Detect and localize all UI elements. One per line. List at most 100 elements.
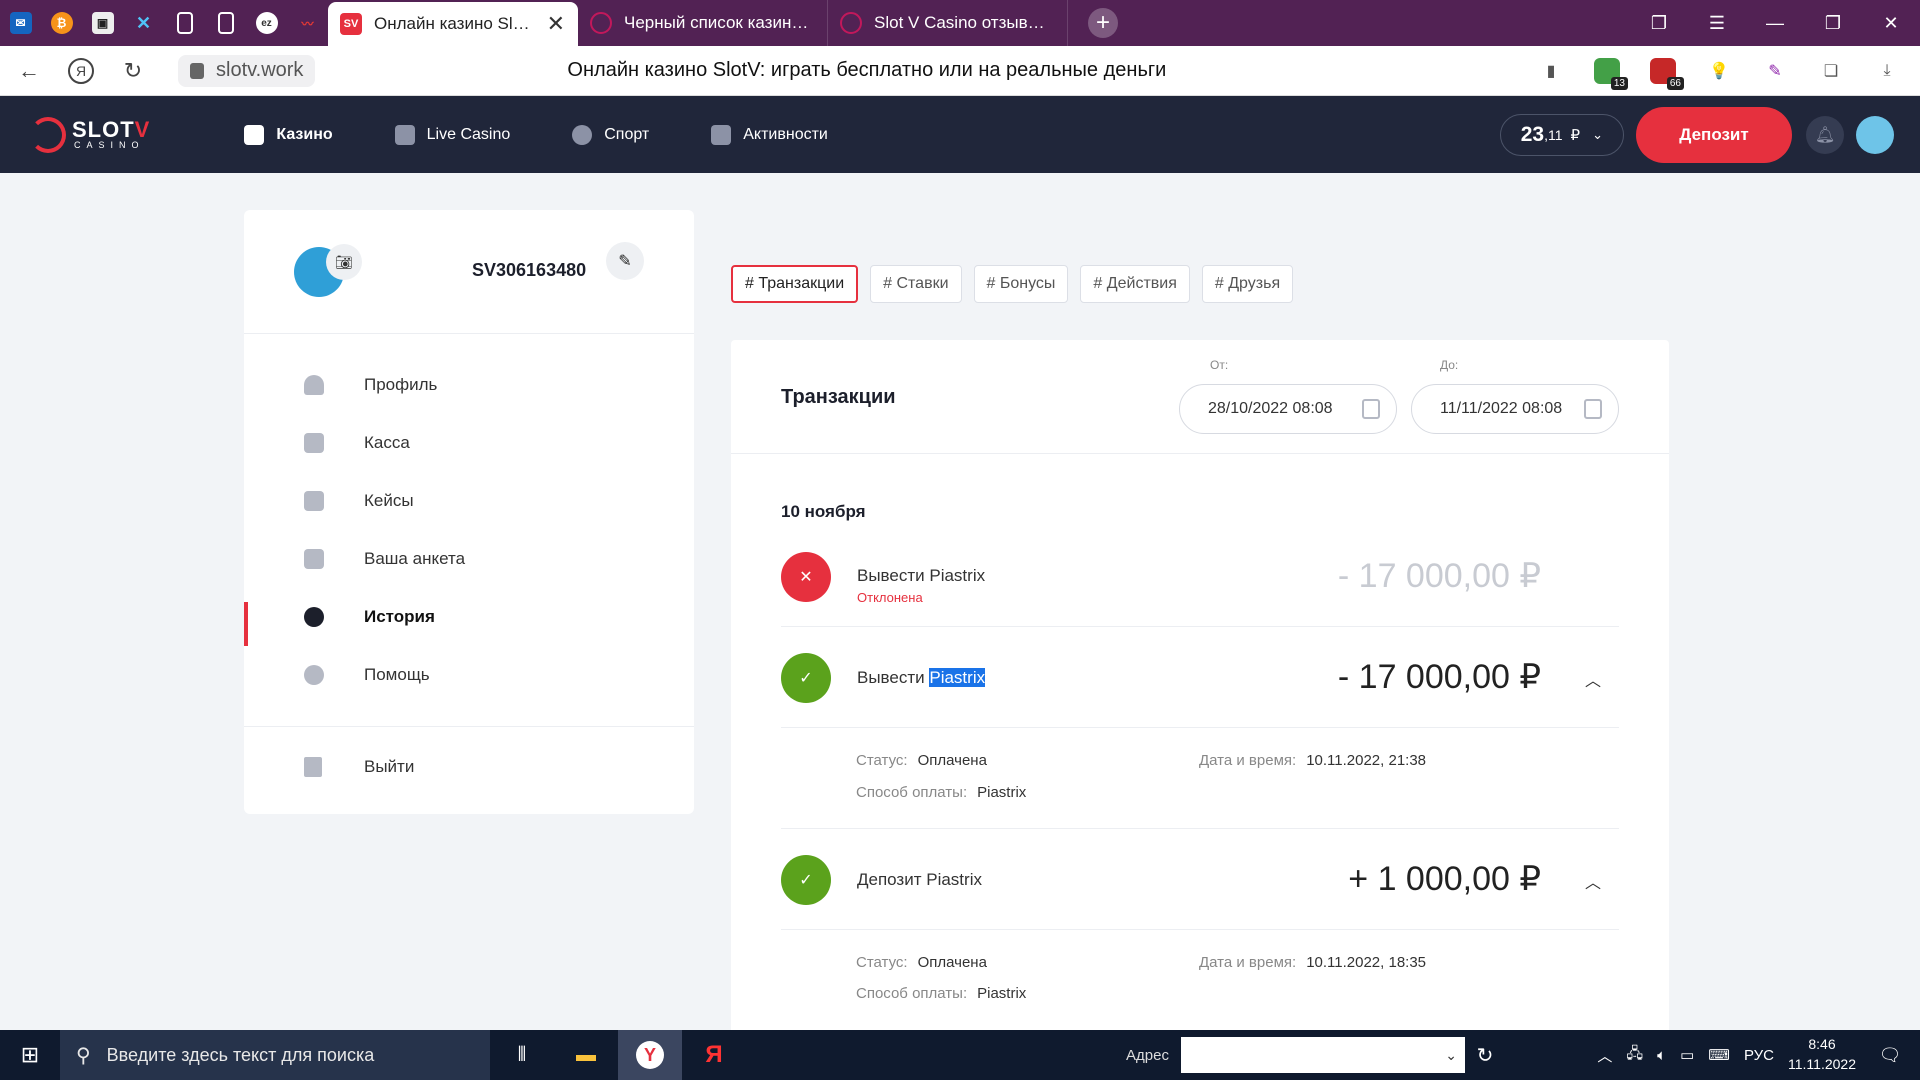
extension-green-icon[interactable]: 13 bbox=[1594, 57, 1628, 90]
download-icon[interactable]: ⤓ bbox=[1874, 58, 1900, 84]
pinned-tab-doc1[interactable] bbox=[164, 0, 205, 46]
slotv-logo[interactable]: SLOTV CASINO bbox=[30, 116, 150, 153]
pinned-tab-save[interactable]: ▣ bbox=[82, 0, 123, 46]
chevron-up-icon[interactable]: ︿ bbox=[1585, 667, 1601, 691]
pen-icon[interactable]: ✎ bbox=[1762, 58, 1788, 84]
extension-red-icon[interactable]: 66 bbox=[1650, 57, 1684, 90]
url-field[interactable]: slotv.work bbox=[178, 54, 316, 87]
sidebar-item-cases[interactable]: Кейсы bbox=[244, 472, 694, 530]
casino-favicon-icon bbox=[840, 12, 862, 34]
chevron-up-icon[interactable]: ︿ bbox=[1585, 869, 1601, 893]
lifebuoy-icon bbox=[304, 665, 324, 685]
taskbar-search[interactable]: ⚲ Введите здесь текст для поиска bbox=[60, 1030, 490, 1080]
casino-favicon-icon bbox=[590, 12, 612, 34]
menu-icon[interactable]: ☰ bbox=[1688, 13, 1746, 34]
volume-icon[interactable]: 🔈︎ bbox=[1657, 1047, 1666, 1064]
pinned-tab-doc2[interactable] bbox=[205, 0, 246, 46]
logo-subtext: CASINO bbox=[74, 140, 145, 150]
nav-casino[interactable]: Казино bbox=[244, 124, 333, 145]
browser-address-bar: ← Я ↻ slotv.work Онлайн казино SlotV: иг… bbox=[0, 46, 1920, 96]
sidebar-item-profile[interactable]: Профиль bbox=[244, 356, 694, 414]
lightbulb-icon[interactable]: 💡 bbox=[1706, 58, 1732, 84]
yandex-home-icon[interactable]: Я bbox=[68, 57, 94, 84]
new-tab-button[interactable]: + bbox=[1088, 8, 1118, 38]
date-from-field[interactable]: 28/10/2022 08:08 bbox=[1179, 384, 1397, 434]
transaction-row[interactable]: ✓ Вывести Piastrix - 17 000,00 ₽ ︿ bbox=[781, 653, 1619, 713]
chevron-down-icon[interactable]: ⌄ bbox=[1445, 1047, 1457, 1064]
checkmark-icon: ✓ bbox=[781, 653, 831, 703]
logout-button[interactable]: Выйти bbox=[244, 727, 694, 807]
minimize-icon[interactable]: — bbox=[1746, 13, 1804, 34]
nav-activities[interactable]: Активности bbox=[711, 124, 828, 145]
history-gear-icon bbox=[304, 607, 324, 627]
sidebar-item-label: История bbox=[364, 607, 435, 626]
camera-icon[interactable]: 📷︎ bbox=[326, 244, 362, 280]
detail-method: Способ оплаты: Piastrix bbox=[856, 985, 1027, 1002]
address-toolbar-input[interactable]: ⌄ bbox=[1180, 1037, 1465, 1073]
nav-live-casino[interactable]: Live Casino bbox=[394, 124, 510, 145]
bell-icon[interactable]: 🔔︎ bbox=[1806, 115, 1844, 154]
nav-sport[interactable]: Спорт bbox=[572, 124, 649, 145]
file-explorer-icon[interactable]: ▬ bbox=[554, 1030, 618, 1080]
tab-bets[interactable]: # Ставки bbox=[870, 265, 962, 303]
battery-icon[interactable]: ▭ bbox=[1680, 1046, 1694, 1064]
sport-ball-icon bbox=[572, 124, 593, 145]
transaction-row[interactable]: ✕ Вывести Piastrix Отклонена - 17 000,00… bbox=[781, 552, 1619, 632]
notifications-icon[interactable]: 🗨︎ bbox=[1870, 1045, 1910, 1066]
balance-dropdown[interactable]: 23 ,11 ₽ ⌄ bbox=[1499, 113, 1624, 156]
keyboard-icon[interactable]: ⌨ bbox=[1708, 1046, 1730, 1064]
sidebar-item-questionnaire[interactable]: Ваша анкета bbox=[244, 530, 694, 588]
tab-actions[interactable]: # Действия bbox=[1080, 265, 1190, 303]
pinned-tab-bitcoin[interactable]: ₿ bbox=[41, 0, 82, 46]
tab-reviews[interactable]: Slot V Casino отзывы реальные bbox=[828, 0, 1068, 46]
tabs-overview-icon[interactable]: ❐ bbox=[1630, 13, 1688, 34]
task-view-icon[interactable]: ⫴ bbox=[490, 1030, 554, 1080]
close-window-icon[interactable]: ✕ bbox=[1862, 13, 1920, 34]
clock[interactable]: 8:46 11.11.2022 bbox=[1788, 1035, 1856, 1074]
sidebar-item-label: Ваша анкета bbox=[364, 549, 466, 568]
extension-badge: 66 bbox=[1666, 76, 1684, 90]
network-icon[interactable]: 🖧︎ bbox=[1626, 1043, 1643, 1068]
tab-title: Онлайн казино SlotV: играть bbox=[374, 14, 533, 33]
ez-icon: ez bbox=[255, 12, 278, 34]
pinned-tab-dna[interactable]: ✕ bbox=[123, 0, 164, 46]
document-icon bbox=[217, 12, 234, 34]
transaction-status: Отклонена bbox=[857, 590, 923, 605]
bar-chart-icon bbox=[304, 549, 324, 569]
yandex-icon[interactable]: Я bbox=[682, 1030, 746, 1080]
collections-icon[interactable]: ❏ bbox=[1818, 58, 1844, 84]
transaction-row[interactable]: ✓ Депозит Piastrix + 1 000,00 ₽ ︿ bbox=[781, 855, 1619, 915]
tab-transactions[interactable]: # Транзакции bbox=[731, 265, 859, 303]
date-to-field[interactable]: 11/11/2022 08:08 bbox=[1411, 384, 1619, 434]
bookmark-icon[interactable]: ▮ bbox=[1538, 58, 1564, 84]
balance-decimal: ,11 bbox=[1544, 126, 1563, 143]
deposit-button[interactable]: Депозит bbox=[1636, 106, 1792, 163]
back-icon[interactable]: ← bbox=[14, 56, 44, 86]
windows-start-icon[interactable]: ⊞ bbox=[0, 1030, 60, 1080]
tray-chevron-up-icon[interactable]: ︿ bbox=[1597, 1045, 1612, 1066]
tab-slotv[interactable]: SV Онлайн казино SlotV: играть ✕ bbox=[328, 2, 578, 46]
sidebar-item-label: Профиль bbox=[364, 375, 438, 394]
balance-integer: 23 bbox=[1520, 122, 1545, 146]
sidebar-item-cashier[interactable]: Касса bbox=[244, 414, 694, 472]
restore-icon[interactable]: ❐ bbox=[1804, 13, 1862, 34]
user-avatar[interactable] bbox=[1856, 115, 1894, 154]
sidebar-item-history[interactable]: История bbox=[244, 588, 694, 646]
reload-icon[interactable]: ↻ bbox=[118, 56, 148, 86]
detail-status: Статус: Оплачена bbox=[856, 752, 987, 769]
tab-bonuses[interactable]: # Бонусы bbox=[973, 265, 1069, 303]
detail-status: Статус: Оплачена bbox=[856, 954, 987, 971]
close-tab-icon[interactable]: ✕ bbox=[547, 11, 565, 37]
profile-header: 📷︎ SV306163480 ✎ bbox=[244, 210, 694, 334]
sidebar-item-help[interactable]: Помощь bbox=[244, 646, 694, 704]
language-indicator[interactable]: РУС bbox=[1744, 1047, 1774, 1064]
edit-pencil-icon[interactable]: ✎ bbox=[606, 242, 644, 280]
tab-blacklist[interactable]: Черный список казино онлайн bbox=[578, 0, 828, 46]
pinned-tab-mail[interactable]: ✉ bbox=[0, 0, 41, 46]
pinned-tab-ez[interactable]: ez bbox=[246, 0, 287, 46]
tab-friends[interactable]: # Друзья bbox=[1201, 265, 1294, 303]
sidebar-menu: Профиль Касса Кейсы Ваша анкета История … bbox=[244, 334, 694, 704]
yandex-browser-icon[interactable]: Y bbox=[618, 1030, 682, 1080]
pinned-tab-wave[interactable]: 〰 bbox=[287, 0, 328, 46]
refresh-icon[interactable]: ↻ bbox=[1465, 1030, 1505, 1080]
